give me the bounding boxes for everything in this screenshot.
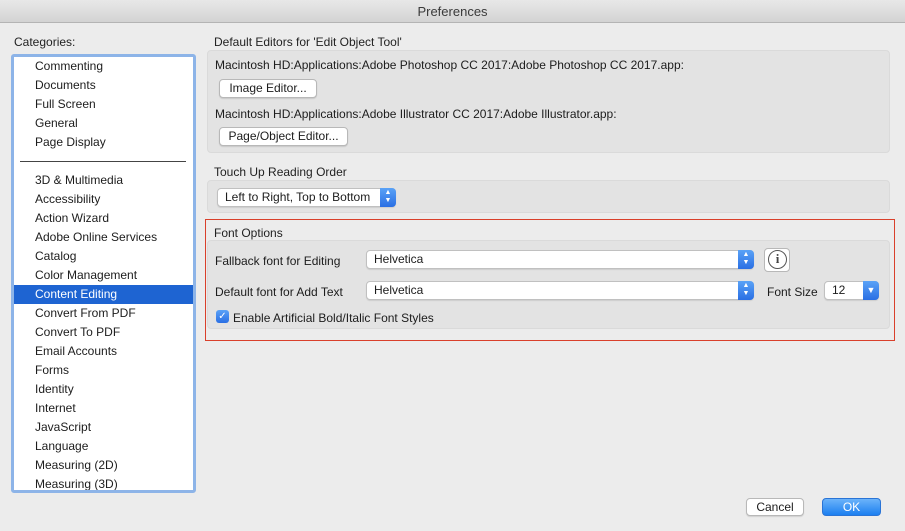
category-item-language[interactable]: Language bbox=[14, 437, 193, 456]
fallback-font-label: Fallback font for Editing bbox=[215, 254, 341, 268]
categories-label: Categories: bbox=[14, 35, 76, 49]
chevron-updown-icon: ▲ ▼ bbox=[738, 281, 754, 300]
cancel-button[interactable]: Cancel bbox=[746, 498, 804, 516]
category-item-javascript[interactable]: JavaScript bbox=[14, 418, 193, 437]
category-item-commenting[interactable]: Commenting bbox=[14, 57, 193, 76]
category-item-forms[interactable]: Forms bbox=[14, 361, 193, 380]
category-item-email-accounts[interactable]: Email Accounts bbox=[14, 342, 193, 361]
default-font-label: Default font for Add Text bbox=[215, 285, 343, 299]
category-item-documents[interactable]: Documents bbox=[14, 76, 193, 95]
default-editors-group: Macintosh HD:Applications:Adobe Photosho… bbox=[207, 50, 890, 153]
window-title: Preferences bbox=[417, 4, 488, 19]
fallback-font-value: Helvetica bbox=[374, 252, 424, 266]
category-item-identity[interactable]: Identity bbox=[14, 380, 193, 399]
category-item-3d-multimedia[interactable]: 3D & Multimedia bbox=[14, 171, 193, 190]
default-font-value: Helvetica bbox=[374, 283, 424, 297]
reading-order-title: Touch Up Reading Order bbox=[214, 165, 347, 179]
chevron-down-icon: ▼ bbox=[863, 281, 879, 300]
font-size-select[interactable]: 12 ▼ bbox=[824, 281, 879, 300]
font-size-value: 12 bbox=[832, 283, 846, 297]
fallback-font-select[interactable]: Helvetica ▲ ▼ bbox=[366, 250, 754, 269]
window-titlebar: Preferences bbox=[0, 0, 905, 23]
category-item-color-management[interactable]: Color Management bbox=[14, 266, 193, 285]
default-editors-title: Default Editors for 'Edit Object Tool' bbox=[214, 35, 402, 49]
artificial-bold-italic-checkbox[interactable]: ✓ bbox=[216, 310, 229, 323]
category-item-content-editing[interactable]: Content Editing bbox=[14, 285, 193, 304]
category-item-full-screen[interactable]: Full Screen bbox=[14, 95, 193, 114]
font-size-label: Font Size bbox=[767, 285, 818, 299]
image-editor-button[interactable]: Image Editor... bbox=[219, 79, 317, 98]
category-item-internet[interactable]: Internet bbox=[14, 399, 193, 418]
page-editor-path: Macintosh HD:Applications:Adobe Illustra… bbox=[215, 107, 617, 121]
category-item-page-display[interactable]: Page Display bbox=[14, 133, 193, 152]
category-item-convert-to-pdf[interactable]: Convert To PDF bbox=[14, 323, 193, 342]
category-item-measuring-2d[interactable]: Measuring (2D) bbox=[14, 456, 193, 475]
category-item-general[interactable]: General bbox=[14, 114, 193, 133]
category-item-adobe-online-services[interactable]: Adobe Online Services bbox=[14, 228, 193, 247]
reading-order-select[interactable]: Left to Right, Top to Bottom ▲ ▼ bbox=[217, 188, 396, 207]
chevron-updown-icon: ▲ ▼ bbox=[380, 188, 396, 207]
artificial-bold-italic-label: Enable Artificial Bold/Italic Font Style… bbox=[233, 311, 434, 325]
chevron-updown-icon: ▲ ▼ bbox=[738, 250, 754, 269]
categories-list[interactable]: Commenting Documents Full Screen General… bbox=[11, 54, 196, 493]
reading-order-value: Left to Right, Top to Bottom bbox=[225, 190, 371, 204]
image-editor-path: Macintosh HD:Applications:Adobe Photosho… bbox=[215, 58, 684, 72]
category-separator bbox=[20, 161, 186, 162]
category-item-accessibility[interactable]: Accessibility bbox=[14, 190, 193, 209]
page-object-editor-button[interactable]: Page/Object Editor... bbox=[219, 127, 348, 146]
category-item-action-wizard[interactable]: Action Wizard bbox=[14, 209, 193, 228]
ok-button[interactable]: OK bbox=[822, 498, 881, 516]
info-button[interactable]: i bbox=[764, 248, 790, 272]
default-font-select[interactable]: Helvetica ▲ ▼ bbox=[366, 281, 754, 300]
font-options-title: Font Options bbox=[214, 226, 283, 240]
category-item-catalog[interactable]: Catalog bbox=[14, 247, 193, 266]
info-icon: i bbox=[768, 250, 787, 269]
category-item-measuring-3d[interactable]: Measuring (3D) bbox=[14, 475, 193, 490]
category-item-convert-from-pdf[interactable]: Convert From PDF bbox=[14, 304, 193, 323]
reading-order-group: Left to Right, Top to Bottom ▲ ▼ bbox=[207, 180, 890, 213]
